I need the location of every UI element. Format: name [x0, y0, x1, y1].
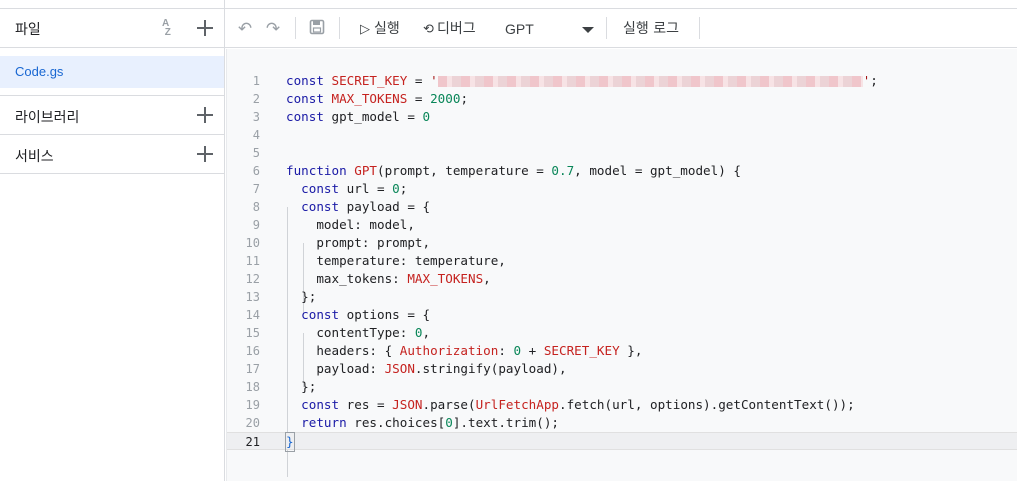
add-library-icon[interactable]	[195, 105, 215, 125]
code-line: 13 };	[227, 288, 1017, 306]
redacted-secret	[437, 76, 863, 87]
files-header: 파일 A Z	[0, 8, 225, 48]
line-text: const options = {	[301, 307, 431, 322]
line-number: 20	[245, 416, 260, 430]
code-line: 17 payload: JSON.stringify(payload),	[227, 360, 1017, 378]
code-editor[interactable]: 1 const SECRET_KEY = ' '; 2 const MAX_TOKEN…	[226, 49, 1017, 481]
services-section[interactable]: 서비스	[0, 134, 225, 174]
line-text: max_tokens: MAX_TOKENS,	[286, 271, 491, 286]
run-label: 실행	[374, 21, 400, 37]
line-text: const url = 0;	[301, 181, 408, 196]
line-number: 11	[245, 254, 260, 268]
line-number: 16	[245, 344, 260, 358]
line-text: prompt: prompt,	[286, 235, 431, 250]
chevron-down-icon[interactable]	[582, 27, 594, 33]
line-number: 3	[252, 110, 260, 124]
run-button[interactable]: ▷ 실행	[360, 18, 400, 40]
line-number: 19	[245, 398, 260, 412]
play-icon: ▷	[360, 22, 370, 37]
line-text: payload: JSON.stringify(payload),	[286, 361, 567, 376]
line-number: 14	[245, 308, 260, 322]
function-select-value: GPT	[505, 21, 534, 37]
line-number: 18	[245, 380, 260, 394]
add-file-icon[interactable]	[195, 18, 215, 38]
code-line: 1 const SECRET_KEY = ' ';	[227, 72, 1017, 90]
code-line: 11 temperature: temperature,	[227, 252, 1017, 270]
execution-log-button[interactable]: 실행 로그	[623, 18, 679, 40]
line-text: const MAX_TOKENS = 2000;	[286, 91, 469, 106]
debug-label: 디버그	[437, 21, 476, 37]
code-lines[interactable]: 1 const SECRET_KEY = ' '; 2 const MAX_TOKEN…	[227, 72, 1017, 452]
line-number: 9	[252, 218, 260, 232]
libraries-label: 라이브러리	[15, 110, 80, 126]
line-number: 12	[245, 272, 260, 286]
line-text: function GPT(prompt, temperature = 0.7, …	[286, 163, 741, 178]
line-number: 5	[252, 146, 260, 160]
file-sidebar: 파일 A Z Code.gs 라이브러리 서비스	[0, 0, 225, 481]
debug-icon: ⟲	[423, 22, 434, 37]
files-title: 파일	[15, 22, 41, 38]
redo-icon[interactable]: ↷	[263, 19, 283, 39]
line-number: 2	[252, 92, 260, 106]
code-line: 12 max_tokens: MAX_TOKENS,	[227, 270, 1017, 288]
code-line: 2 const MAX_TOKENS = 2000;	[227, 90, 1017, 108]
code-line: 20 return res.choices[0].text.trim();	[227, 414, 1017, 432]
line-text: const res = JSON.parse(UrlFetchApp.fetch…	[301, 397, 855, 412]
add-service-icon[interactable]	[195, 144, 215, 164]
line-number: 6	[252, 164, 260, 178]
line-number: 15	[245, 326, 260, 340]
line-number: 17	[245, 362, 260, 376]
undo-icon[interactable]: ↶	[235, 19, 255, 39]
code-line: 6 function GPT(prompt, temperature = 0.7,…	[227, 162, 1017, 180]
line-text-redacted: const SECRET_KEY = ' ';	[286, 73, 878, 88]
line-text: contentType: 0,	[286, 325, 431, 340]
line-text: }	[285, 432, 295, 452]
line-number: 7	[252, 182, 260, 196]
code-line: 8 const payload = {	[227, 198, 1017, 216]
code-line: 4	[227, 126, 1017, 144]
file-label: Code.gs	[15, 64, 64, 79]
line-text: };	[286, 379, 317, 394]
code-line: 15 contentType: 0,	[227, 324, 1017, 342]
line-number: 8	[252, 200, 260, 214]
code-line: 5	[227, 144, 1017, 162]
save-icon[interactable]	[307, 19, 327, 39]
code-line: 9 model: model,	[227, 216, 1017, 234]
sort-az-icon[interactable]: A Z	[162, 19, 184, 39]
file-item-code-gs[interactable]: Code.gs	[0, 56, 224, 88]
code-line: 3 const gpt_model = 0	[227, 108, 1017, 126]
toolbar-divider	[699, 17, 700, 39]
toolbar-divider	[295, 17, 296, 39]
code-line: 18 };	[227, 378, 1017, 396]
editor-toolbar: ↶ ↷ ▷ 실행 ⟲ 디버그 GPT 실행 로그	[225, 8, 1017, 48]
save-icon-glyph	[309, 19, 325, 35]
line-number: 13	[245, 290, 260, 304]
line-text: model: model,	[286, 217, 415, 232]
code-line: 19 const res = JSON.parse(UrlFetchApp.fe…	[227, 396, 1017, 414]
line-text: headers: { Authorization: 0 + SECRET_KEY…	[286, 343, 643, 358]
line-number: 21	[245, 435, 260, 449]
code-line: 16 headers: { Authorization: 0 + SECRET_…	[227, 342, 1017, 360]
debug-button[interactable]: ⟲ 디버그	[423, 18, 476, 40]
line-text: const gpt_model = 0	[286, 109, 431, 124]
code-line-current: 21}	[227, 432, 1017, 452]
libraries-section[interactable]: 라이브러리	[0, 95, 225, 134]
line-number: 4	[252, 128, 260, 142]
code-line: 10 prompt: prompt,	[227, 234, 1017, 252]
code-line: 14 const options = {	[227, 306, 1017, 324]
services-label: 서비스	[15, 149, 54, 165]
line-text: };	[286, 289, 317, 304]
line-number: 1	[252, 74, 260, 88]
line-text: return res.choices[0].text.trim();	[301, 415, 559, 430]
line-number: 10	[245, 236, 260, 250]
code-line: 7 const url = 0;	[227, 180, 1017, 198]
execution-log-label: 실행 로그	[623, 21, 679, 37]
line-text: const payload = {	[301, 199, 431, 214]
line-text: temperature: temperature,	[286, 253, 506, 268]
toolbar-divider	[339, 17, 340, 39]
toolbar-divider	[606, 17, 607, 39]
